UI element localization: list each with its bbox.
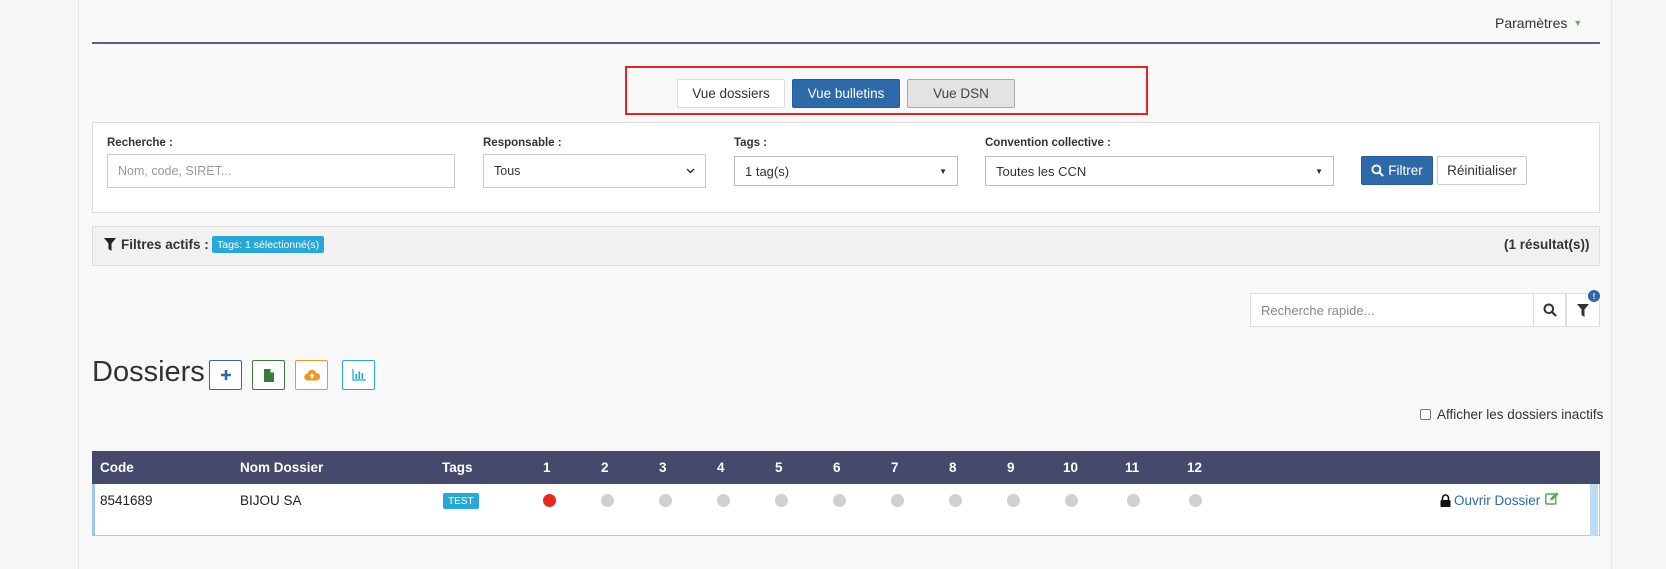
chevron-down-icon (686, 168, 695, 174)
month-10-status-dot[interactable] (1065, 494, 1078, 507)
tags-select[interactable]: 1 tag(s) ▼ (734, 156, 958, 186)
manager-label: Responsable : (483, 137, 562, 149)
column-header-month-5: 5 (775, 460, 783, 475)
plus-icon (220, 370, 231, 380)
reset-button[interactable]: Réinitialiser (1437, 156, 1527, 185)
inactive-label: Afficher les dossiers inactifs (1437, 407, 1604, 422)
month-11-status-dot[interactable] (1127, 494, 1140, 507)
ccn-label: Convention collective : (985, 137, 1111, 149)
view-folders-button[interactable]: Vue dossiers (677, 79, 785, 108)
month-12-status-dot[interactable] (1189, 494, 1202, 507)
column-header-month-8: 8 (949, 460, 957, 475)
edit-icon (1545, 492, 1559, 505)
column-header-code[interactable]: Code (100, 460, 134, 475)
caret-down-icon: ▼ (1315, 166, 1323, 176)
show-inactive-toggle[interactable]: Afficher les dossiers inactifs (1420, 407, 1603, 422)
quick-search-button[interactable] (1533, 293, 1566, 327)
upload-button[interactable] (295, 360, 328, 390)
filter-button[interactable]: Filtrer (1361, 156, 1433, 185)
tags-label: Tags : (734, 137, 768, 149)
column-header-month-10: 10 (1063, 460, 1079, 475)
search-icon (1543, 303, 1557, 317)
quick-search-input[interactable]: Recherche rapide... (1250, 293, 1534, 327)
cloud-upload-icon (303, 370, 320, 381)
row-name: BIJOU SA (240, 493, 302, 508)
table-row[interactable] (92, 484, 1600, 536)
result-count: (1 résultat(s)) (1504, 237, 1590, 252)
view-payslips-button[interactable]: Vue bulletins (792, 79, 900, 108)
active-filter-badge[interactable]: Tags: 1 sélectionné(s) (212, 236, 325, 253)
lock-icon (1440, 494, 1451, 507)
row-selection-indicator (92, 484, 95, 536)
manager-select[interactable]: Tous (483, 154, 706, 188)
search-input[interactable]: Nom, code, SIRET... (107, 154, 455, 188)
month-8-status-dot[interactable] (949, 494, 962, 507)
month-4-status-dot[interactable] (717, 494, 730, 507)
filter-icon (1577, 303, 1589, 317)
ccn-select[interactable]: Toutes les CCN ▼ (985, 156, 1334, 186)
tags-value: 1 tag(s) (745, 163, 790, 179)
filter-button-label: Filtrer (1388, 163, 1423, 178)
statistics-button[interactable] (342, 360, 375, 390)
row-tag-badge: TEST (443, 493, 479, 509)
page-title: Dossiers (92, 356, 205, 388)
column-header-month-6: 6 (833, 460, 841, 475)
add-folder-button[interactable] (209, 360, 242, 390)
month-7-status-dot[interactable] (891, 494, 904, 507)
column-header-month-2: 2 (601, 460, 609, 475)
ccn-value: Toutes les CCN (996, 163, 1087, 179)
caret-down-icon: ▼ (1573, 18, 1583, 28)
column-header-month-11: 11 (1125, 460, 1140, 475)
view-dsn-button[interactable]: Vue DSN (907, 79, 1015, 108)
column-header-month-4: 4 (717, 460, 725, 475)
file-icon (263, 368, 274, 382)
inactive-checkbox[interactable] (1420, 409, 1431, 420)
header-divider (92, 42, 1600, 44)
settings-label: Paramètres (1495, 15, 1568, 31)
month-1-status-dot[interactable] (543, 494, 556, 507)
active-filters-label: Filtres actifs : (121, 237, 209, 252)
row-code: 8541689 (100, 493, 153, 508)
month-2-status-dot[interactable] (601, 494, 614, 507)
edit-folder-button[interactable] (1545, 492, 1559, 508)
column-header-tags[interactable]: Tags (442, 460, 473, 475)
month-6-status-dot[interactable] (833, 494, 846, 507)
column-header-month-12: 12 (1187, 460, 1203, 475)
column-header-month-7: 7 (891, 460, 899, 475)
month-5-status-dot[interactable] (775, 494, 788, 507)
column-header-month-3: 3 (659, 460, 667, 475)
search-icon (1371, 164, 1385, 177)
notification-badge: ! (1588, 290, 1600, 302)
manager-value: Tous (494, 164, 521, 178)
column-header-month-9: 9 (1007, 460, 1015, 475)
search-label: Recherche : (107, 137, 173, 149)
row-scroll-indicator (1590, 484, 1598, 536)
open-folder-label: Ouvrir Dossier (1454, 493, 1541, 508)
caret-down-icon: ▼ (939, 166, 947, 176)
bar-chart-icon (351, 369, 366, 381)
export-file-button[interactable] (252, 360, 285, 390)
settings-menu[interactable]: Paramètres ▼ (1495, 15, 1582, 31)
month-9-status-dot[interactable] (1007, 494, 1020, 507)
column-header-month-1: 1 (543, 460, 551, 475)
filter-icon (104, 238, 116, 251)
open-folder-link[interactable]: Ouvrir Dossier (1440, 493, 1540, 508)
month-3-status-dot[interactable] (659, 494, 672, 507)
column-header-name[interactable]: Nom Dossier (240, 460, 323, 475)
active-filters-title: Filtres actifs : (104, 237, 209, 252)
